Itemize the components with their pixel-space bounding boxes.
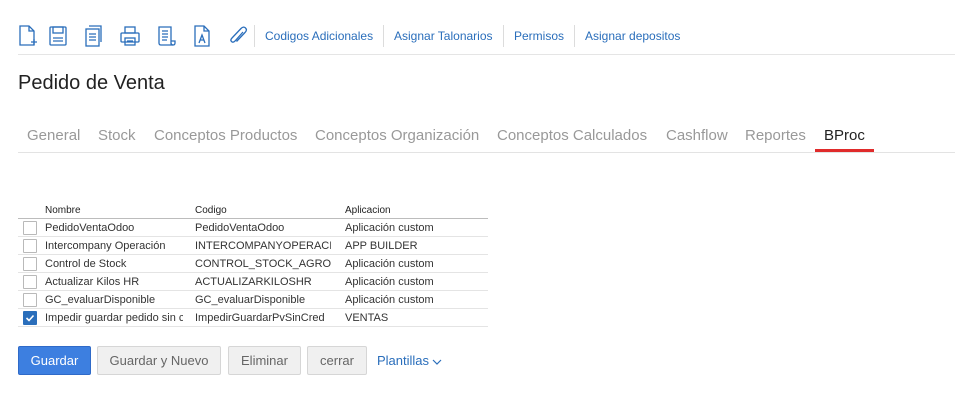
table-row[interactable]: Control de Stock CONTROL_STOCK_AGRO Aplica… — [18, 255, 488, 273]
table-row[interactable]: Intercompany Operación INTERCOMPANYOPERAC… — [18, 237, 488, 255]
plantillas-label: Plantillas — [377, 353, 430, 368]
cell-aplicacion: Aplicación custom — [345, 222, 434, 234]
cell-aplicacion: Aplicación custom — [345, 294, 434, 306]
scroll-icon[interactable] — [155, 24, 177, 48]
cerrar-button[interactable]: cerrar — [307, 346, 367, 375]
cell-codigo: CONTROL_STOCK_AGRO — [195, 258, 331, 270]
checkmark-icon — [25, 314, 35, 322]
cell-nombre: Control de Stock — [45, 258, 127, 270]
cell-codigo: INTERCOMPANYOPERACI — [195, 240, 331, 252]
row-checkbox[interactable] — [23, 221, 37, 235]
print-icon[interactable] — [119, 24, 141, 48]
toolbar-separator — [503, 25, 504, 47]
cell-aplicacion: VENTAS — [345, 312, 389, 324]
row-checkbox[interactable] — [23, 275, 37, 289]
cell-nombre: GC_evaluarDisponible — [45, 294, 156, 306]
bproc-table: Nombre Codigo Aplicacion PedidoVentaOdoo… — [18, 202, 488, 327]
table-row[interactable]: PedidoVentaOdoo PedidoVentaOdoo Aplicación… — [18, 219, 488, 237]
row-checkbox[interactable] — [23, 257, 37, 271]
tab-bproc[interactable]: BProc — [824, 127, 865, 144]
column-header-codigo[interactable]: Codigo — [195, 205, 227, 216]
tab-conceptos-productos[interactable]: Conceptos Productos — [154, 127, 297, 144]
table-body: PedidoVentaOdoo PedidoVentaOdoo Aplicación… — [18, 219, 488, 327]
asignar-talonarios-link[interactable]: Asignar Talonarios — [394, 29, 493, 43]
tab-cashflow[interactable]: Cashflow — [666, 127, 728, 144]
tab-general[interactable]: General — [27, 127, 80, 144]
table-header: Nombre Codigo Aplicacion — [18, 202, 488, 219]
codigos-adicionales-link[interactable]: Codigos Adicionales — [265, 29, 373, 43]
guardar-y-nuevo-button[interactable]: Guardar y Nuevo — [97, 346, 221, 375]
column-header-nombre[interactable]: Nombre — [45, 205, 81, 216]
cell-aplicacion: Aplicación custom — [345, 276, 434, 288]
cell-aplicacion: Aplicación custom — [345, 258, 434, 270]
tab-stock[interactable]: Stock — [98, 127, 136, 144]
new-document-icon[interactable] — [17, 24, 39, 48]
active-tab-indicator — [815, 149, 874, 152]
column-header-aplicacion[interactable]: Aplicacion — [345, 205, 391, 216]
chevron-down-icon — [432, 359, 442, 365]
cell-nombre: Intercompany Operación — [45, 240, 166, 252]
attachment-icon[interactable] — [227, 24, 249, 48]
toolbar-separator — [254, 25, 255, 47]
toolbar-separator — [574, 25, 575, 47]
font-document-icon[interactable] — [191, 24, 213, 48]
save-icon[interactable] — [47, 24, 69, 48]
cell-codigo: ACTUALIZARKILOSHR — [195, 276, 312, 288]
row-checkbox[interactable] — [23, 239, 37, 253]
row-checkbox[interactable] — [23, 293, 37, 307]
toolbar-separator — [383, 25, 384, 47]
asignar-depositos-link[interactable]: Asignar depositos — [585, 29, 680, 43]
table-row[interactable]: GC_evaluarDisponible GC_evaluarDisponible… — [18, 291, 488, 309]
tab-conceptos-calculados[interactable]: Conceptos Calculados — [497, 127, 647, 144]
tab-conceptos-organizacion[interactable]: Conceptos Organización — [315, 127, 479, 144]
cell-nombre: PedidoVentaOdoo — [45, 222, 135, 234]
permisos-link[interactable]: Permisos — [514, 29, 564, 43]
plantillas-dropdown[interactable]: Plantillas — [377, 353, 442, 368]
toolbar: Codigos Adicionales Asignar Talonarios P… — [0, 0, 955, 55]
row-checkbox[interactable] — [23, 311, 37, 325]
table-row[interactable]: Actualizar Kilos HR ACTUALIZARKILOSHR Apli… — [18, 273, 488, 291]
tab-bar: General Stock Conceptos Productos Concep… — [18, 118, 955, 153]
cell-nombre: Actualizar Kilos HR — [45, 276, 140, 288]
tab-reportes[interactable]: Reportes — [745, 127, 806, 144]
copy-icon[interactable] — [83, 24, 105, 48]
cell-codigo: ImpedirGuardarPvSinCred — [195, 312, 325, 324]
guardar-button[interactable]: Guardar — [18, 346, 91, 375]
cell-aplicacion: APP BUILDER — [345, 240, 418, 252]
cell-codigo: GC_evaluarDisponible — [195, 294, 306, 306]
page-title: Pedido de Venta — [18, 72, 165, 94]
cell-codigo: PedidoVentaOdoo — [195, 222, 285, 234]
cell-nombre: Impedir guardar pedido sin c — [45, 312, 183, 324]
toolbar-divider — [18, 54, 955, 55]
table-row[interactable]: Impedir guardar pedido sin c ImpedirGuard… — [18, 309, 488, 327]
eliminar-button[interactable]: Eliminar — [228, 346, 301, 375]
